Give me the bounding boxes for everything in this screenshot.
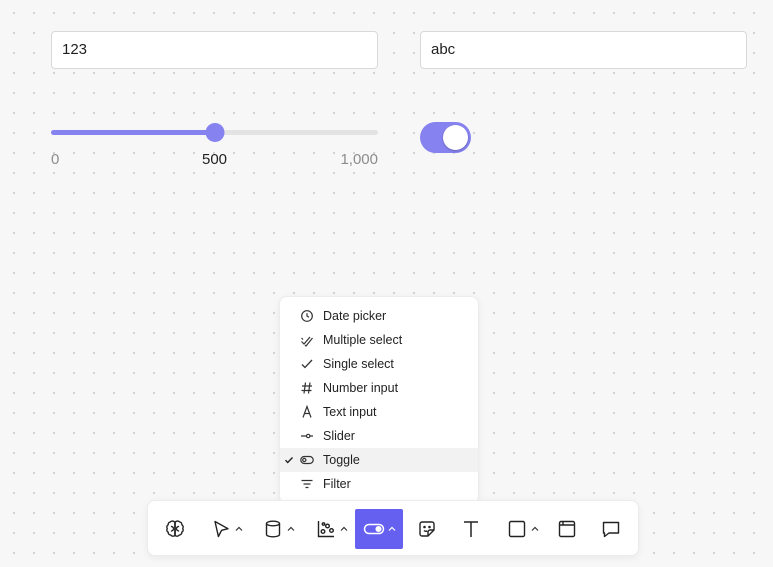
comment-tool-button[interactable] <box>596 509 626 549</box>
toggle-icon <box>300 453 314 467</box>
square-icon <box>506 518 528 540</box>
slider-min-label: 0 <box>51 151 60 168</box>
menu-item-text-input[interactable]: Text input <box>280 400 478 424</box>
chevron-up-icon[interactable] <box>287 526 295 532</box>
menu-item-toggle[interactable]: Toggle <box>280 448 478 472</box>
frame-tool-button[interactable] <box>552 509 582 549</box>
sticker-icon <box>416 518 438 540</box>
text-input[interactable]: abc <box>420 31 747 69</box>
chart-icon <box>315 518 337 540</box>
text-icon <box>460 518 482 540</box>
chevron-up-icon[interactable] <box>531 526 539 532</box>
menu-item-label: Filter <box>323 477 351 491</box>
hash-icon <box>300 381 314 395</box>
shape-tool-button[interactable] <box>503 509 541 549</box>
menu-item-label: Slider <box>323 429 355 443</box>
slider-icon <box>300 429 314 443</box>
menu-item-slider[interactable]: Slider <box>280 424 478 448</box>
number-input[interactable]: 123 <box>51 31 378 69</box>
menu-item-label: Text input <box>323 405 377 419</box>
slider-thumb[interactable] <box>205 123 224 142</box>
slider-value-label: 500 <box>201 151 228 168</box>
filter-icon <box>300 477 314 491</box>
comment-icon <box>600 518 622 540</box>
menu-item-date-picker[interactable]: Date picker <box>280 304 478 328</box>
double-check-icon <box>300 333 314 347</box>
menu-item-label: Multiple select <box>323 333 403 347</box>
brain-icon <box>164 518 186 540</box>
letter-a-icon <box>300 404 314 419</box>
toggle-knob <box>443 125 468 150</box>
menu-item-multiple-select[interactable]: Multiple select <box>280 328 478 352</box>
menu-item-label: Date picker <box>323 309 387 323</box>
menu-item-single-select[interactable]: Single select <box>280 352 478 376</box>
cursor-icon <box>210 518 232 540</box>
slider-fill <box>51 130 215 135</box>
data-tool-button[interactable] <box>259 509 297 549</box>
menu-item-label: Single select <box>323 357 394 371</box>
check-icon <box>300 357 314 371</box>
input-type-menu: Date picker Multiple select Single selec… <box>279 296 479 504</box>
chevron-up-icon[interactable] <box>235 526 243 532</box>
slider-max-label: 1,000 <box>340 151 378 168</box>
frame-icon <box>556 518 578 540</box>
bottom-toolbar <box>147 500 639 556</box>
clock-icon <box>300 309 314 323</box>
text-tool-button[interactable] <box>456 509 486 549</box>
ai-brain-tool-button[interactable] <box>160 509 190 549</box>
chevron-up-icon[interactable] <box>388 526 396 532</box>
sticker-tool-button[interactable] <box>412 509 442 549</box>
select-tool-button[interactable] <box>206 509 246 549</box>
menu-item-label: Toggle <box>323 453 360 467</box>
chart-tool-button[interactable] <box>312 509 350 549</box>
toggle-icon <box>363 518 385 540</box>
menu-item-label: Number input <box>323 381 399 395</box>
input-controls-tool-button[interactable] <box>355 509 403 549</box>
toggle-switch[interactable] <box>420 122 471 153</box>
database-icon <box>262 518 284 540</box>
chevron-up-icon[interactable] <box>340 526 348 532</box>
menu-item-filter[interactable]: Filter <box>280 472 478 496</box>
checkmark-icon <box>284 454 294 464</box>
slider[interactable]: 0 500 1,000 <box>51 120 378 168</box>
menu-item-number-input[interactable]: Number input <box>280 376 478 400</box>
